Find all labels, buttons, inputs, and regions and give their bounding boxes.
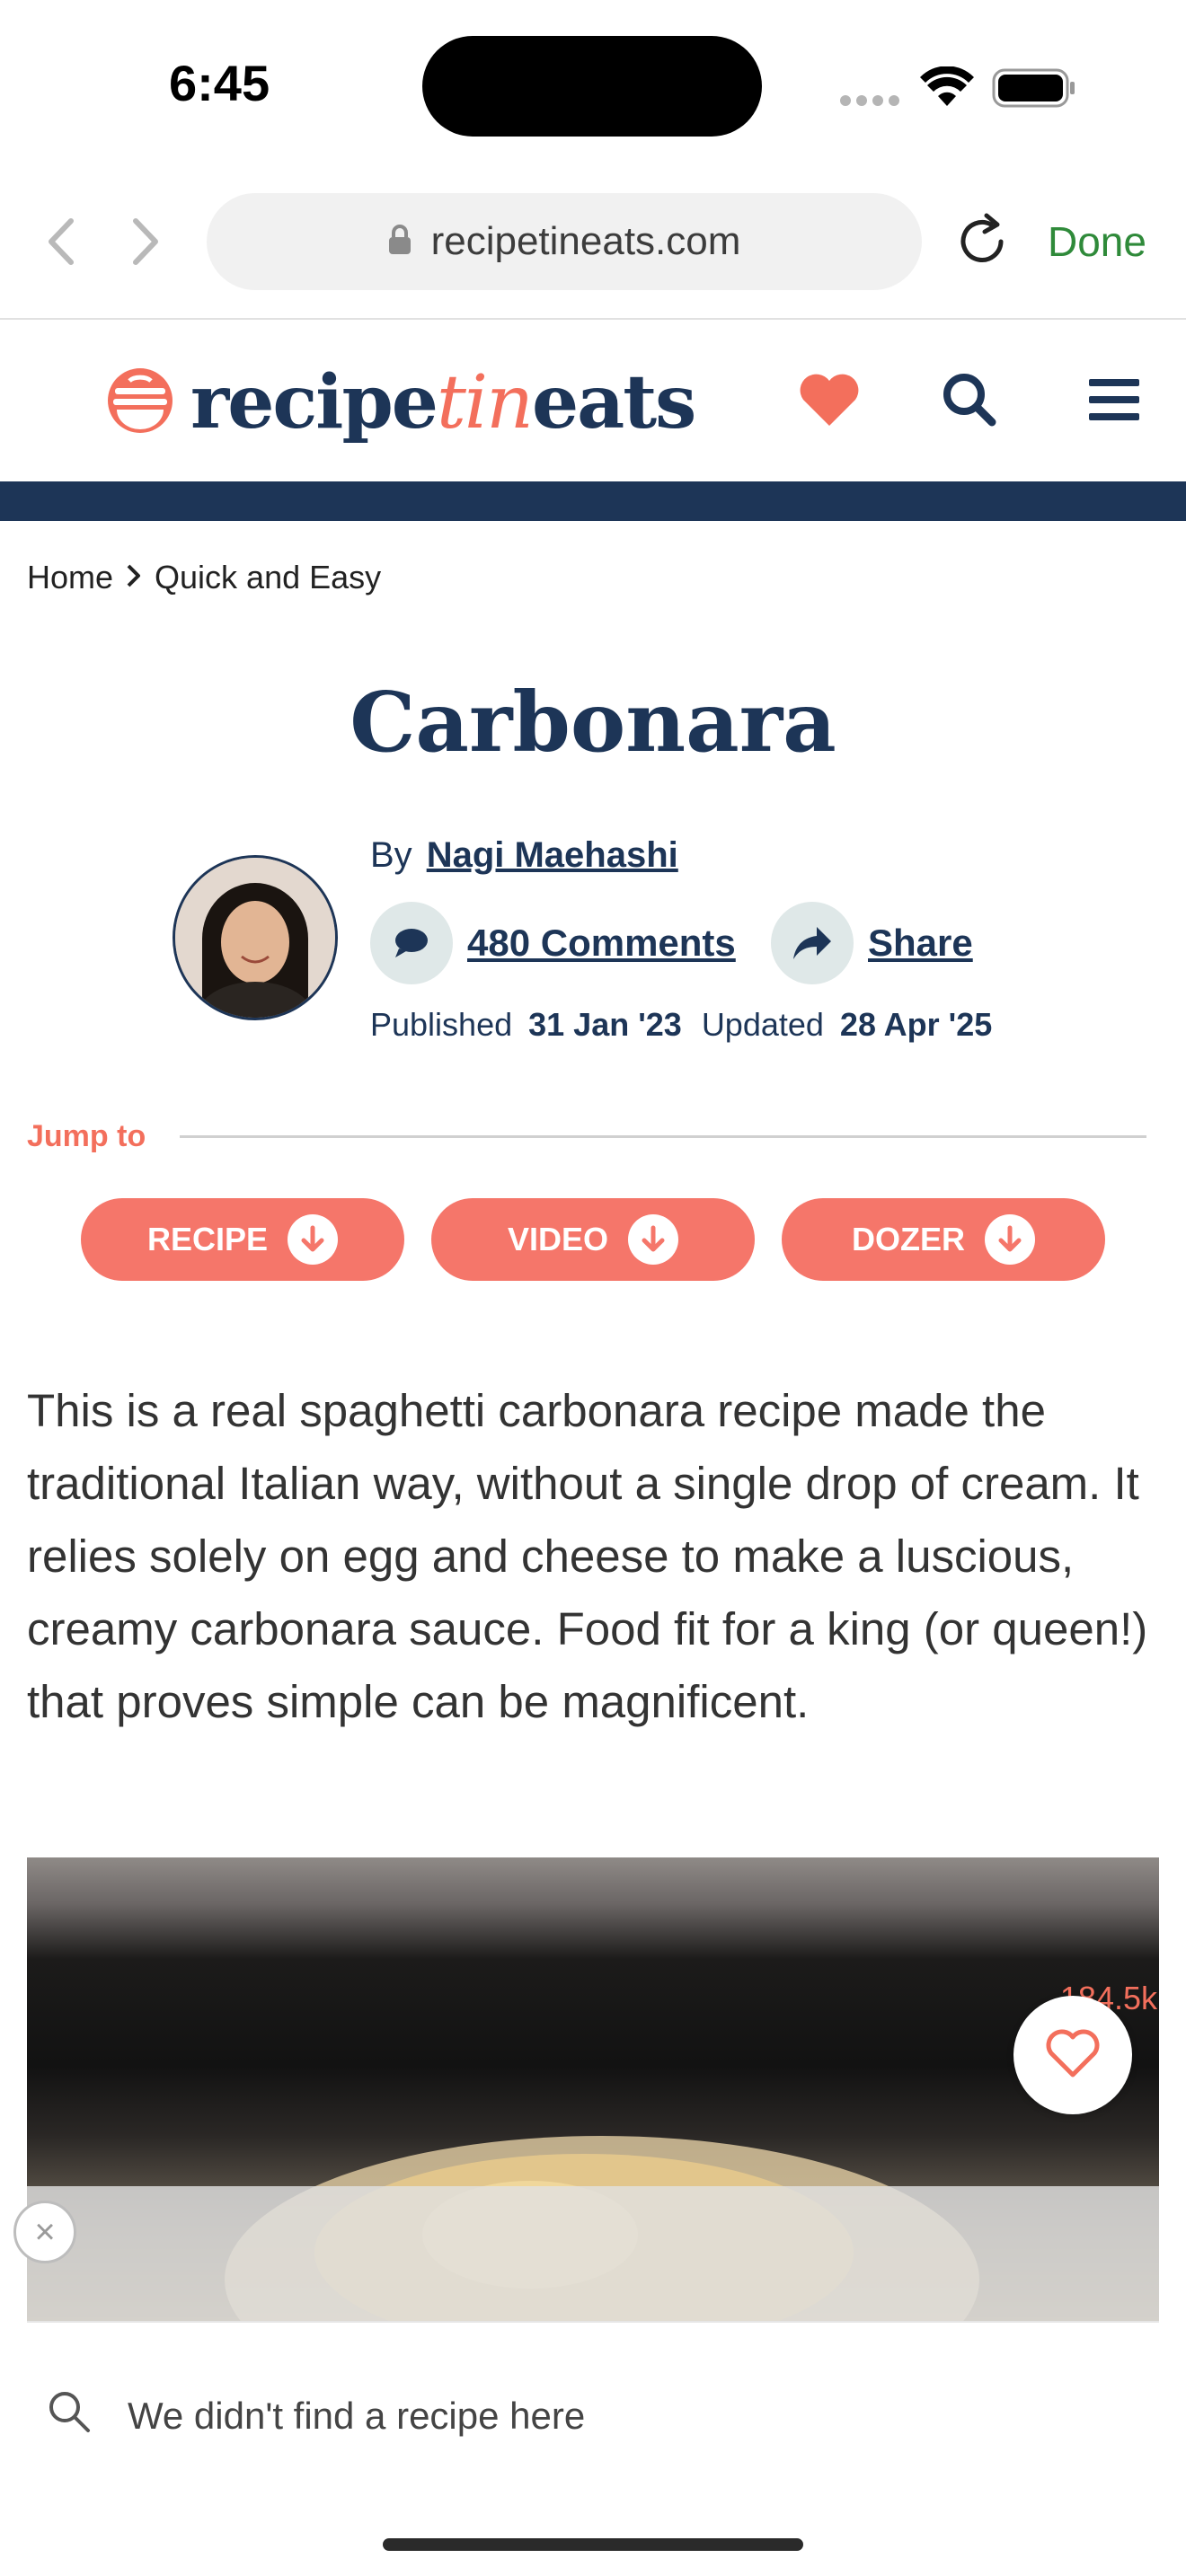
share-arrow-icon: [771, 902, 854, 984]
intro-paragraph: This is a real spaghetti carbonara recip…: [27, 1385, 1148, 1727]
done-button[interactable]: Done: [1048, 217, 1146, 266]
ad-overlay: [27, 2186, 1159, 2321]
reload-icon[interactable]: [952, 212, 1012, 275]
share-action[interactable]: Share: [771, 902, 973, 984]
battery-icon: [992, 68, 1076, 111]
recipe-search-text: We didn't find a recipe here: [128, 2395, 586, 2437]
search-icon: [47, 2389, 92, 2443]
jump-to-divider: [180, 1135, 1146, 1138]
author-avatar[interactable]: [173, 855, 338, 1020]
by-label: By: [370, 835, 412, 875]
bottom-divider: [27, 2321, 1159, 2323]
cellular-signal-icon: [839, 93, 902, 110]
header-accent-bar: [0, 481, 1186, 521]
arrow-down-icon: [628, 1214, 679, 1265]
share-link[interactable]: Share: [868, 922, 973, 965]
site-logo[interactable]: recipetineats: [106, 359, 696, 446]
hamburger-menu-icon[interactable]: [1089, 377, 1139, 426]
url-text: recipetineats.com: [430, 219, 741, 263]
address-bar[interactable]: recipetineats.com: [207, 193, 922, 290]
home-indicator[interactable]: [383, 2538, 803, 2551]
updated-label: Updated: [701, 1006, 824, 1043]
publish-dates: Published 31 Jan '23 Updated 28 Apr '25: [370, 1006, 1012, 1044]
arrow-down-icon: [288, 1214, 339, 1265]
brand-part-eats: eats: [531, 359, 696, 446]
breadcrumb-home[interactable]: Home: [27, 559, 113, 596]
heart-outline-icon: [1045, 2028, 1101, 2082]
chevron-right-icon: [126, 559, 142, 596]
favorites-heart-icon[interactable]: [798, 372, 861, 431]
jump-video-label: VIDEO: [507, 1221, 609, 1257]
arrow-down-icon: [985, 1214, 1035, 1265]
published-date: 31 Jan '23: [528, 1006, 682, 1043]
jump-dozer-label: DOZER: [852, 1221, 965, 1257]
browser-divider: [0, 318, 1186, 320]
lock-icon: [388, 225, 412, 259]
brand-part-recipe: recipe: [190, 359, 438, 446]
dynamic-island: [422, 36, 762, 137]
jump-video-button[interactable]: VIDEO: [431, 1198, 755, 1281]
published-label: Published: [370, 1006, 513, 1043]
close-ad-button[interactable]: ×: [13, 2201, 76, 2263]
brand-part-tin: tin: [436, 360, 534, 446]
comments-link[interactable]: 480 Comments: [467, 922, 736, 965]
comments-action[interactable]: 480 Comments: [370, 902, 736, 984]
author-byline: By Nagi Maehashi: [370, 835, 678, 876]
author-link[interactable]: Nagi Maehashi: [427, 835, 678, 875]
page-title: Carbonara: [350, 674, 836, 771]
forward-arrow-icon[interactable]: [128, 210, 164, 273]
recipe-search-bar[interactable]: We didn't find a recipe here: [47, 2389, 585, 2443]
back-arrow-icon[interactable]: [43, 210, 79, 273]
jump-dozer-button[interactable]: DOZER: [782, 1198, 1105, 1281]
hero-image: 184.5k: [27, 1857, 1159, 2321]
brand-name: recipetineats: [190, 359, 696, 446]
jump-to-label: Jump to: [27, 1119, 146, 1153]
breadcrumb-current[interactable]: Quick and Easy: [155, 559, 381, 596]
like-button[interactable]: [1013, 1996, 1132, 2114]
jump-recipe-button[interactable]: RECIPE: [81, 1198, 404, 1281]
breadcrumb: Home Quick and Easy: [27, 559, 381, 596]
updated-date: 28 Apr '25: [839, 1006, 993, 1043]
logo-bowl-icon: [106, 365, 174, 440]
search-icon[interactable]: [942, 372, 997, 431]
jump-recipe-label: RECIPE: [146, 1221, 269, 1257]
comment-bubble-icon: [370, 902, 453, 984]
status-time: 6:45: [169, 55, 270, 111]
wifi-icon: [920, 66, 974, 111]
